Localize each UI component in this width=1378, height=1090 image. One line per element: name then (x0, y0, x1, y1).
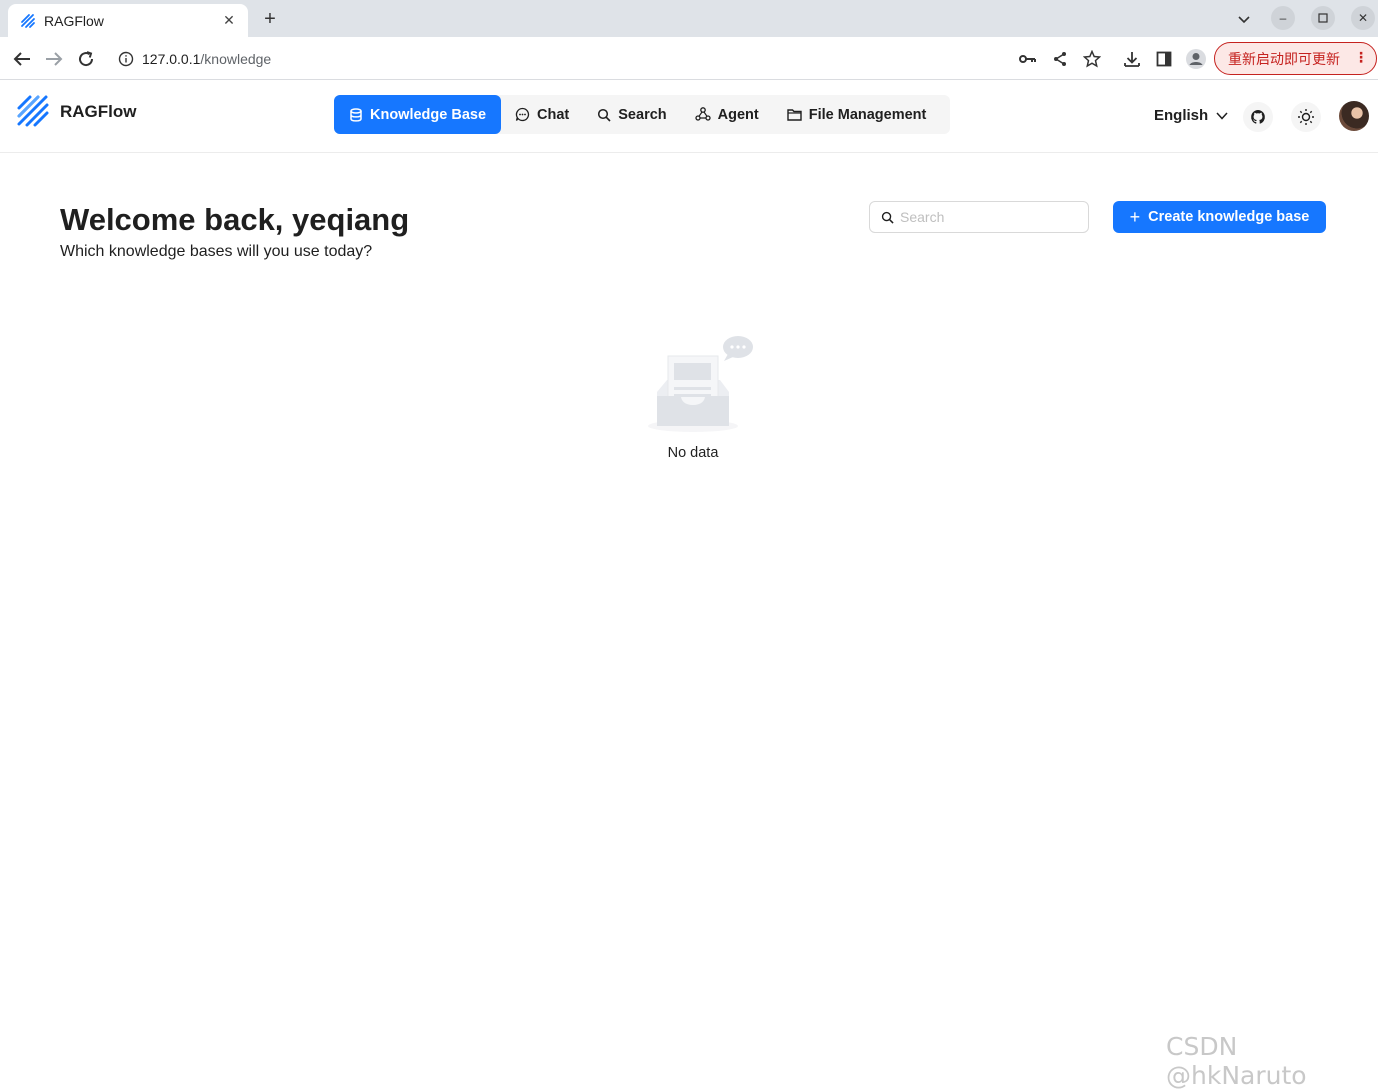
nav-agent-label: Agent (717, 106, 759, 123)
nav-search-label: Search (618, 106, 667, 123)
search-icon (598, 108, 611, 122)
browser-tabstrip: RAGFlow ✕ + – ✕ (0, 0, 1378, 37)
folder-icon (787, 109, 802, 121)
nav-knowledge-base-label: Knowledge Base (370, 106, 487, 123)
nav-knowledge-base[interactable]: Knowledge Base (334, 95, 502, 134)
browser-toolbar: 127.0.0.1/knowledge 重新启动即可更新 ⋮ (0, 37, 1378, 80)
back-arrow-icon[interactable] (10, 47, 34, 71)
url-host: 127.0.0.1 (142, 50, 201, 67)
tab-close-icon[interactable]: ✕ (220, 12, 238, 29)
browser-tab[interactable]: RAGFlow ✕ (8, 4, 248, 37)
welcome-title: Welcome back, yeqiang (60, 202, 410, 237)
nav-file-management-label: File Management (808, 106, 927, 123)
forward-arrow-icon[interactable] (42, 47, 66, 71)
nav-agent[interactable]: Agent (681, 95, 773, 134)
nav-chat-label: Chat (537, 106, 570, 123)
browser-menu-icon[interactable]: ⋮ (1354, 50, 1368, 66)
language-selector[interactable]: English (1154, 107, 1228, 124)
create-knowledge-base-button[interactable]: + Create knowledge base (1113, 201, 1326, 233)
site-info-icon[interactable] (118, 51, 134, 67)
empty-state-text: No data (667, 445, 719, 461)
reload-icon[interactable] (74, 47, 98, 71)
relaunch-update-button[interactable]: 重新启动即可更新 ⋮ (1214, 42, 1377, 75)
empty-inbox-illustration (648, 336, 753, 432)
minimize-icon[interactable]: – (1271, 6, 1295, 30)
create-knowledge-base-label: Create knowledge base (1148, 209, 1310, 225)
tab-title: RAGFlow (44, 12, 104, 29)
search-icon (881, 211, 894, 224)
agent-graph-icon (694, 107, 711, 121)
watermark: CSDN @hkNaruto (1166, 1032, 1307, 1090)
welcome-subtitle: Which knowledge bases will you use today… (60, 243, 373, 260)
key-icon[interactable] (1016, 47, 1040, 71)
close-window-icon[interactable]: ✕ (1351, 6, 1375, 30)
github-icon[interactable] (1243, 102, 1273, 132)
ragflow-favicon-icon (21, 13, 35, 28)
new-tab-icon[interactable]: + (258, 8, 282, 32)
address-bar[interactable]: 127.0.0.1/knowledge (108, 43, 1108, 74)
main-nav: Knowledge Base Chat Search Agent File Ma… (334, 95, 950, 134)
chevron-down-icon (1216, 111, 1228, 120)
user-avatar[interactable] (1339, 101, 1369, 131)
download-icon[interactable] (1120, 47, 1144, 71)
url-path: /knowledge (200, 50, 272, 67)
knowledge-search-box[interactable] (869, 201, 1089, 233)
language-label: English (1154, 107, 1209, 124)
share-icon[interactable] (1048, 47, 1072, 71)
theme-sun-icon[interactable] (1291, 102, 1321, 132)
maximize-icon[interactable] (1311, 6, 1335, 30)
update-button-label: 重新启动即可更新 (1228, 51, 1340, 68)
nav-file-management[interactable]: File Management (773, 95, 941, 134)
nav-chat[interactable]: Chat (501, 95, 583, 134)
bookmark-star-icon[interactable] (1080, 47, 1104, 71)
knowledge-search-input[interactable] (900, 209, 1070, 225)
plus-icon: + (1129, 206, 1141, 227)
app-header: RAGFlow Knowledge Base Chat Search Agent… (0, 80, 1378, 153)
profile-icon[interactable] (1184, 47, 1208, 71)
ragflow-logo-icon[interactable] (16, 94, 50, 128)
brand-name[interactable]: RAGFlow (60, 102, 137, 122)
nav-search[interactable]: Search (583, 95, 680, 134)
tab-search-chevron-icon[interactable] (1234, 10, 1254, 30)
database-icon (350, 107, 362, 122)
chat-bubble-icon (515, 107, 530, 122)
side-panel-icon[interactable] (1152, 47, 1176, 71)
